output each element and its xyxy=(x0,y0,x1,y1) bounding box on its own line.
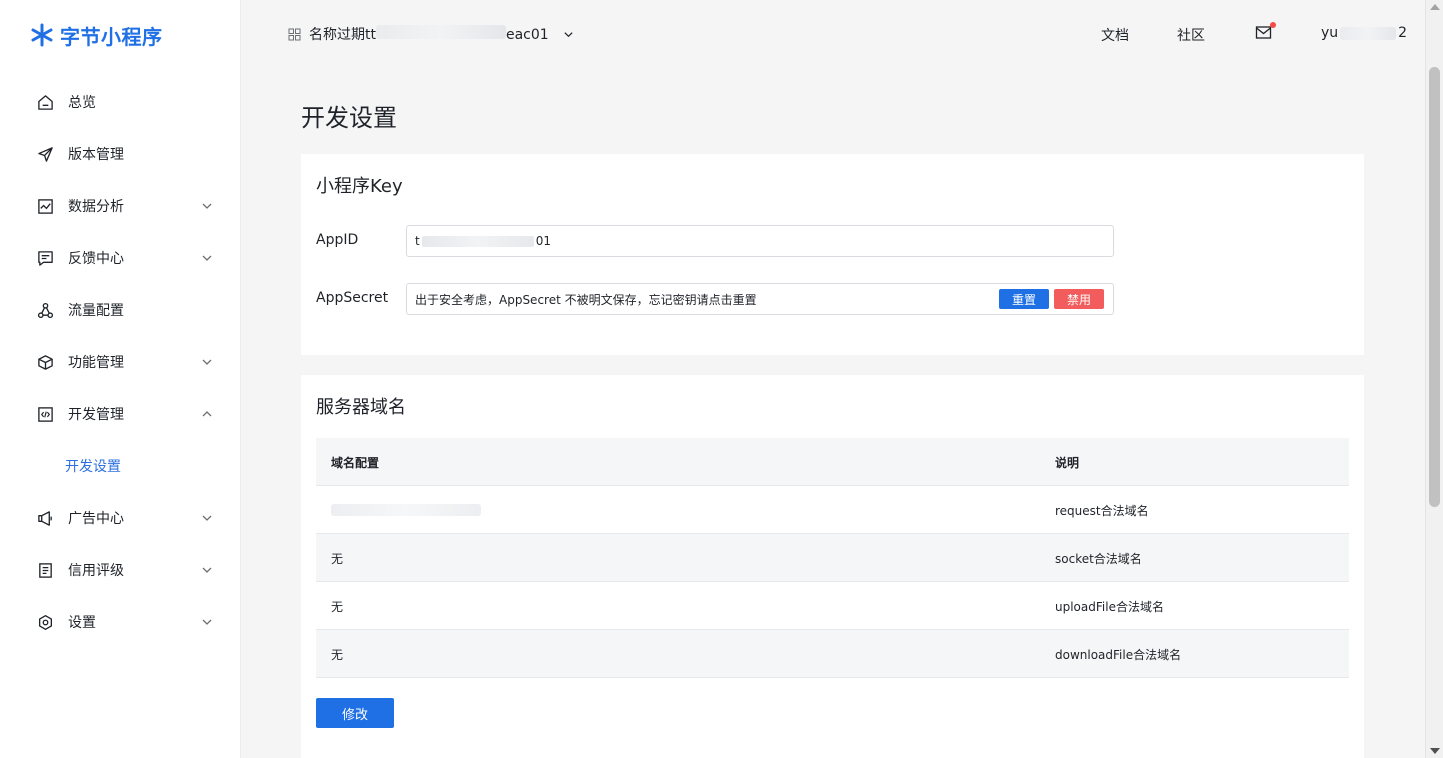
app-switcher[interactable]: 名称过期tt eac01 xyxy=(288,24,574,44)
page-scrollbar[interactable] xyxy=(1425,0,1443,758)
table-row: 无 downloadFile合法域名 xyxy=(316,630,1349,678)
document-icon xyxy=(36,561,54,579)
sidebar-item-label: 数据分析 xyxy=(68,199,124,215)
sidebar-subitem-dev-settings[interactable]: 开发设置 xyxy=(0,440,241,492)
redacted-text xyxy=(421,235,534,247)
sidebar-item-traffic[interactable]: 流量配置 xyxy=(0,284,241,336)
notification-dot xyxy=(1270,22,1276,28)
domain-table: 域名配置 说明 request合法域名 无 socket合法域名 无 uploa… xyxy=(316,438,1349,678)
app-root: 字节小程序 总览 版本管理 数据分析 反馈中心 流量配置 功能管理 开发管理 开… xyxy=(0,0,1443,758)
code-icon xyxy=(36,405,54,423)
sidebar-item-label: 广告中心 xyxy=(68,511,124,527)
sidebar: 字节小程序 总览 版本管理 数据分析 反馈中心 流量配置 功能管理 开发管理 开… xyxy=(0,0,241,758)
appid-label: AppID xyxy=(316,232,359,248)
table-cell-domain: 无 xyxy=(331,551,344,566)
scroll-up-icon[interactable] xyxy=(1430,4,1440,10)
chevron-down-icon xyxy=(202,203,212,209)
community-link[interactable]: 社区 xyxy=(1177,25,1205,45)
home-icon xyxy=(36,93,54,111)
megaphone-icon xyxy=(36,509,54,527)
message-icon xyxy=(36,249,54,267)
app-key-card: 小程序Key AppID t 01 AppSecret 出于安全考虑，AppSe… xyxy=(301,154,1364,355)
app-name: 名称过期tt eac01 xyxy=(309,24,549,44)
table-cell-desc: request合法域名 xyxy=(1055,503,1149,518)
table-cell-desc: uploadFile合法域名 xyxy=(1055,599,1164,614)
chevron-down-icon xyxy=(564,31,573,37)
mail-button[interactable] xyxy=(1255,22,1276,41)
table-cell-domain xyxy=(331,486,481,534)
sidebar-item-label: 开发管理 xyxy=(68,407,124,423)
appid-suffix: 01 xyxy=(535,234,551,248)
chevron-down-icon xyxy=(202,255,212,261)
chevron-down-icon xyxy=(202,619,212,625)
server-domain-card: 服务器域名 域名配置 说明 request合法域名 无 socket合法域名 无… xyxy=(301,375,1364,758)
sidebar-item-credit[interactable]: 信用评级 xyxy=(0,544,241,596)
table-row: 无 uploadFile合法域名 xyxy=(316,582,1349,630)
app-key-card-title: 小程序Key xyxy=(316,176,403,197)
appid-field[interactable]: t 01 xyxy=(406,225,1114,257)
chevron-down-icon xyxy=(202,359,212,365)
table-cell-desc: downloadFile合法域名 xyxy=(1055,647,1182,662)
sidebar-item-overview[interactable]: 总览 xyxy=(0,76,241,128)
sidebar-item-label: 总览 xyxy=(68,95,96,111)
sidebar-item-features[interactable]: 功能管理 xyxy=(0,336,241,388)
table-row: request合法域名 xyxy=(316,486,1349,534)
scrollbar-thumb[interactable] xyxy=(1429,67,1440,507)
table-cell-desc: socket合法域名 xyxy=(1055,551,1142,566)
sidebar-item-dev[interactable]: 开发管理 xyxy=(0,388,241,440)
sidebar-item-settings[interactable]: 设置 xyxy=(0,596,241,648)
chart-icon xyxy=(36,197,54,215)
app-name-prefix: 名称过期tt xyxy=(309,27,376,43)
username-suffix: 2 xyxy=(1398,25,1408,41)
sidebar-nav: 总览 版本管理 数据分析 反馈中心 流量配置 功能管理 开发管理 开发设置 广告… xyxy=(0,76,241,648)
sidebar-item-feedback[interactable]: 反馈中心 xyxy=(0,232,241,284)
brand-logo-icon xyxy=(31,23,53,47)
sidebar-item-label: 信用评级 xyxy=(68,563,124,579)
redacted-text xyxy=(375,25,506,39)
server-domain-card-title: 服务器域名 xyxy=(316,397,406,418)
sidebar-item-label: 版本管理 xyxy=(68,147,124,163)
username-prefix: yu xyxy=(1321,25,1339,41)
appsecret-field: 出于安全考虑，AppSecret 不被明文保存，忘记密钥请点击重置 重置 禁用 xyxy=(406,283,1114,315)
sidebar-item-analytics[interactable]: 数据分析 xyxy=(0,180,241,232)
table-row: 无 socket合法域名 xyxy=(316,534,1349,582)
chevron-up-icon xyxy=(202,411,212,417)
top-header: 名称过期tt eac01 文档 社区 yu 2 xyxy=(241,0,1425,68)
table-cell-domain: 无 xyxy=(331,647,344,662)
user-menu[interactable]: yu 2 xyxy=(1321,25,1407,41)
brand-logo[interactable]: 字节小程序 xyxy=(30,20,163,50)
gear-icon xyxy=(36,613,54,631)
brand-name: 字节小程序 xyxy=(60,24,163,49)
redacted-text xyxy=(331,504,481,516)
appsecret-label: AppSecret xyxy=(316,290,389,306)
chevron-down-icon xyxy=(202,515,212,521)
sidebar-item-label: 反馈中心 xyxy=(68,251,124,267)
scroll-down-icon[interactable] xyxy=(1430,748,1440,754)
reset-secret-button[interactable]: 重置 xyxy=(999,289,1049,309)
appid-prefix: t xyxy=(415,234,420,248)
column-header-desc: 说明 xyxy=(1055,455,1080,470)
appsecret-hint: 出于安全考虑，AppSecret 不被明文保存，忘记密钥请点击重置 xyxy=(415,292,757,307)
grid-icon xyxy=(288,28,301,40)
sidebar-item-label: 流量配置 xyxy=(68,303,124,319)
sidebar-item-version[interactable]: 版本管理 xyxy=(0,128,241,180)
sidebar-item-ads[interactable]: 广告中心 xyxy=(0,492,241,544)
page-title: 开发设置 xyxy=(301,104,397,132)
app-name-suffix: eac01 xyxy=(505,27,549,43)
table-header-row: 域名配置 说明 xyxy=(316,438,1349,486)
docs-link[interactable]: 文档 xyxy=(1101,25,1129,45)
sidebar-item-label: 功能管理 xyxy=(68,355,124,371)
share-icon xyxy=(36,301,54,319)
modify-domain-button[interactable]: 修改 xyxy=(316,698,394,728)
column-header-domain: 域名配置 xyxy=(331,455,380,470)
disable-secret-button[interactable]: 禁用 xyxy=(1054,289,1104,309)
redacted-text xyxy=(1340,26,1397,40)
table-cell-domain: 无 xyxy=(331,599,344,614)
chevron-down-icon xyxy=(202,567,212,573)
send-icon xyxy=(36,145,54,163)
sidebar-item-label: 设置 xyxy=(68,615,96,631)
cube-icon xyxy=(36,353,54,371)
